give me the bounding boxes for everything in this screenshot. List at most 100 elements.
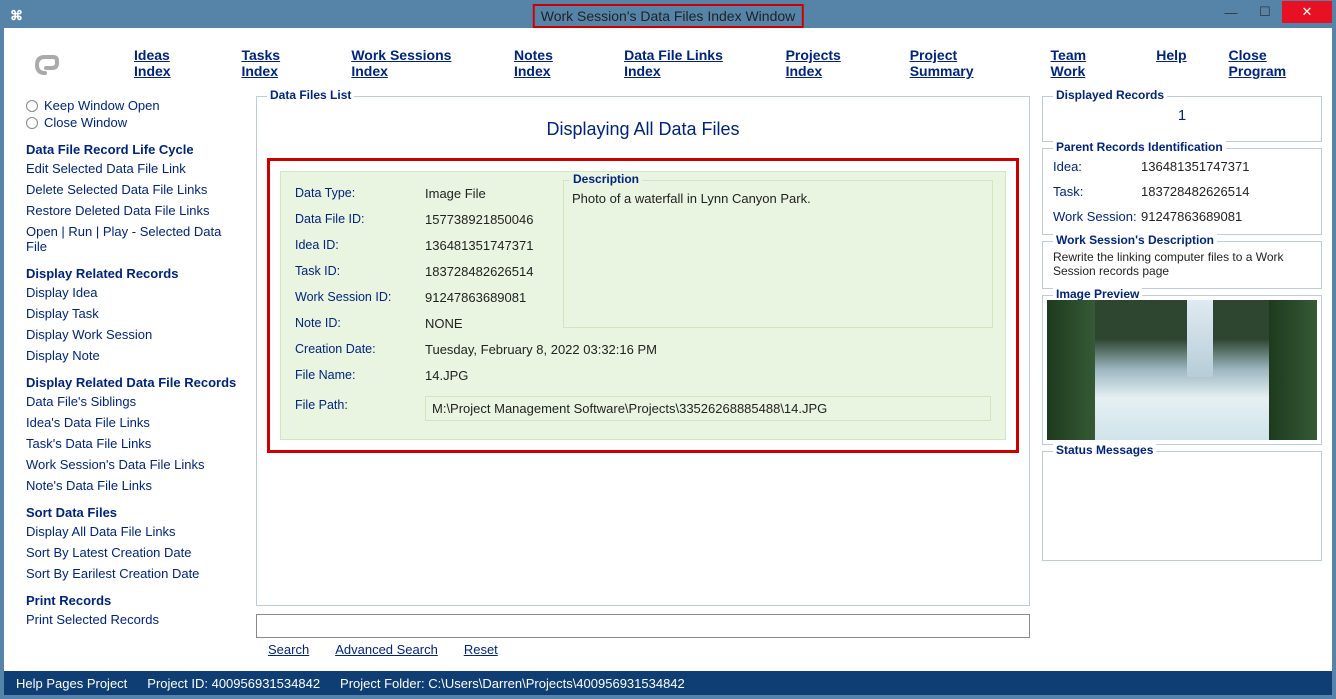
parent-idea-value: 136481351747371 bbox=[1141, 159, 1311, 174]
lbl-taskid: Task ID: bbox=[295, 264, 425, 279]
description-legend: Description bbox=[570, 172, 642, 186]
menu-projects-index[interactable]: Projects Index bbox=[786, 47, 868, 79]
parent-ws-label: Work Session: bbox=[1053, 209, 1141, 224]
val-filename: 14.JPG bbox=[425, 368, 991, 383]
image-preview-legend: Image Preview bbox=[1053, 287, 1142, 301]
parent-records-box: Parent Records Identification Idea:13648… bbox=[1042, 148, 1322, 235]
link-sort-earliest[interactable]: Sort By Earilest Creation Date bbox=[26, 566, 244, 581]
group-lifecycle: Data File Record Life Cycle bbox=[26, 142, 244, 157]
link-task-datafile[interactable]: Task's Data File Links bbox=[26, 436, 244, 451]
menu-team-work[interactable]: Team Work bbox=[1051, 47, 1115, 79]
record-card[interactable]: Data Type:Image File Data File ID:157738… bbox=[280, 171, 1006, 440]
link-display-all[interactable]: Display All Data File Links bbox=[26, 524, 244, 539]
link-display-idea[interactable]: Display Idea bbox=[26, 285, 244, 300]
menu-close-program[interactable]: Close Program bbox=[1229, 47, 1314, 79]
link-print-selected[interactable]: Print Selected Records bbox=[26, 612, 244, 627]
search-input[interactable] bbox=[256, 614, 1030, 638]
main-row: Keep Window Open Close Window Data File … bbox=[4, 96, 1332, 671]
description-box: Description Photo of a waterfall in Lynn… bbox=[563, 180, 993, 328]
parent-ws-value: 91247863689081 bbox=[1141, 209, 1311, 224]
reset-link[interactable]: Reset bbox=[464, 642, 498, 657]
link-restore-deleted[interactable]: Restore Deleted Data File Links bbox=[26, 203, 244, 218]
parent-task-label: Task: bbox=[1053, 184, 1141, 199]
link-ws-datafile[interactable]: Work Session's Data File Links bbox=[26, 457, 244, 472]
menu-project-summary[interactable]: Project Summary bbox=[910, 47, 1009, 79]
menu-notes-index[interactable]: Notes Index bbox=[514, 47, 582, 79]
lbl-wsid: Work Session ID: bbox=[295, 290, 425, 305]
link-display-work-session[interactable]: Display Work Session bbox=[26, 327, 244, 342]
search-row: Search Advanced Search Reset bbox=[256, 614, 1030, 657]
menu-ideas-index[interactable]: Ideas Index bbox=[134, 47, 199, 79]
content-area: Ideas Index Tasks Index Work Sessions In… bbox=[4, 28, 1332, 695]
image-preview bbox=[1047, 300, 1317, 440]
link-edit-selected[interactable]: Edit Selected Data File Link bbox=[26, 161, 244, 176]
group-related-records: Display Related Records bbox=[26, 266, 244, 281]
link-display-note[interactable]: Display Note bbox=[26, 348, 244, 363]
val-filepath: M:\Project Management Software\Projects\… bbox=[425, 396, 991, 421]
link-siblings[interactable]: Data File's Siblings bbox=[26, 394, 244, 409]
radio-close-label: Close Window bbox=[44, 115, 127, 130]
link-idea-datafile[interactable]: Idea's Data File Links bbox=[26, 415, 244, 430]
parent-task-value: 183728482626514 bbox=[1141, 184, 1311, 199]
menu-tasks-index[interactable]: Tasks Index bbox=[241, 47, 309, 79]
lbl-datafileid: Data File ID: bbox=[295, 212, 425, 227]
parent-idea-label: Idea: bbox=[1053, 159, 1141, 174]
list-heading: Displaying All Data Files bbox=[267, 119, 1019, 140]
status-help-pages[interactable]: Help Pages Project bbox=[16, 676, 127, 691]
selected-record-highlight: Data Type:Image File Data File ID:157738… bbox=[267, 158, 1019, 453]
status-project-folder: Project Folder: C:\Users\Darren\Projects… bbox=[340, 676, 685, 691]
window-frame: ⌘ Work Session's Data Files Index Window… bbox=[0, 0, 1336, 699]
radio-close-window[interactable]: Close Window bbox=[26, 115, 244, 130]
app-icon: ⌘ bbox=[10, 8, 26, 24]
logo-icon bbox=[28, 40, 74, 86]
data-files-list-legend: Data Files List bbox=[267, 88, 354, 102]
lbl-filepath: File Path: bbox=[295, 394, 425, 412]
right-panel: Displayed Records 1 Parent Records Ident… bbox=[1042, 96, 1322, 671]
status-bar: Help Pages Project Project ID: 400956931… bbox=[4, 671, 1332, 695]
parent-records-legend: Parent Records Identification bbox=[1053, 140, 1226, 154]
group-related-datafile: Display Related Data File Records bbox=[26, 375, 244, 390]
window-controls: — ☐ ✕ bbox=[1214, 1, 1332, 25]
menu-data-file-links-index[interactable]: Data File Links Index bbox=[624, 47, 744, 79]
menu-help[interactable]: Help bbox=[1156, 47, 1186, 79]
center-panel: Data Files List Displaying All Data File… bbox=[256, 96, 1030, 671]
ws-description-box: Work Session's Description Rewrite the l… bbox=[1042, 241, 1322, 289]
group-print: Print Records bbox=[26, 593, 244, 608]
link-display-task[interactable]: Display Task bbox=[26, 306, 244, 321]
maximize-button[interactable]: ☐ bbox=[1248, 1, 1282, 23]
status-messages-box: Status Messages bbox=[1042, 451, 1322, 561]
title-bar: ⌘ Work Session's Data Files Index Window… bbox=[4, 4, 1332, 28]
advanced-search-link[interactable]: Advanced Search bbox=[335, 642, 438, 657]
description-text: Photo of a waterfall in Lynn Canyon Park… bbox=[572, 191, 984, 206]
displayed-records-box: Displayed Records 1 bbox=[1042, 96, 1322, 142]
ws-description-legend: Work Session's Description bbox=[1053, 233, 1217, 247]
radio-keep-label: Keep Window Open bbox=[44, 98, 160, 113]
lbl-datatype: Data Type: bbox=[295, 186, 425, 201]
ws-description-text: Rewrite the linking computer files to a … bbox=[1053, 250, 1311, 278]
minimize-button[interactable]: — bbox=[1214, 1, 1248, 23]
lbl-filename: File Name: bbox=[295, 368, 425, 383]
link-note-datafile[interactable]: Note's Data File Links bbox=[26, 478, 244, 493]
group-sort: Sort Data Files bbox=[26, 505, 244, 520]
link-sort-latest[interactable]: Sort By Latest Creation Date bbox=[26, 545, 244, 560]
image-preview-box: Image Preview bbox=[1042, 295, 1322, 445]
search-link[interactable]: Search bbox=[268, 642, 309, 657]
lbl-creation: Creation Date: bbox=[295, 342, 425, 357]
close-button[interactable]: ✕ bbox=[1282, 1, 1332, 23]
window-title: Work Session's Data Files Index Window bbox=[533, 4, 804, 28]
menu-work-sessions-index[interactable]: Work Sessions Index bbox=[351, 47, 472, 79]
data-files-list: Data Files List Displaying All Data File… bbox=[256, 96, 1030, 606]
link-open-run-play[interactable]: Open | Run | Play - Selected Data File bbox=[26, 224, 244, 254]
menu-bar: Ideas Index Tasks Index Work Sessions In… bbox=[4, 28, 1332, 96]
status-messages-legend: Status Messages bbox=[1053, 443, 1156, 457]
displayed-records-legend: Displayed Records bbox=[1053, 88, 1167, 102]
lbl-noteid: Note ID: bbox=[295, 316, 425, 331]
menu-links: Ideas Index Tasks Index Work Sessions In… bbox=[114, 47, 1314, 79]
lbl-ideaid: Idea ID: bbox=[295, 238, 425, 253]
displayed-records-count: 1 bbox=[1053, 105, 1311, 124]
link-delete-selected[interactable]: Delete Selected Data File Links bbox=[26, 182, 244, 197]
radio-keep-open[interactable]: Keep Window Open bbox=[26, 98, 244, 113]
status-project-id: Project ID: 400956931534842 bbox=[147, 676, 320, 691]
val-creation: Tuesday, February 8, 2022 03:32:16 PM bbox=[425, 342, 991, 357]
left-panel: Keep Window Open Close Window Data File … bbox=[26, 96, 244, 671]
